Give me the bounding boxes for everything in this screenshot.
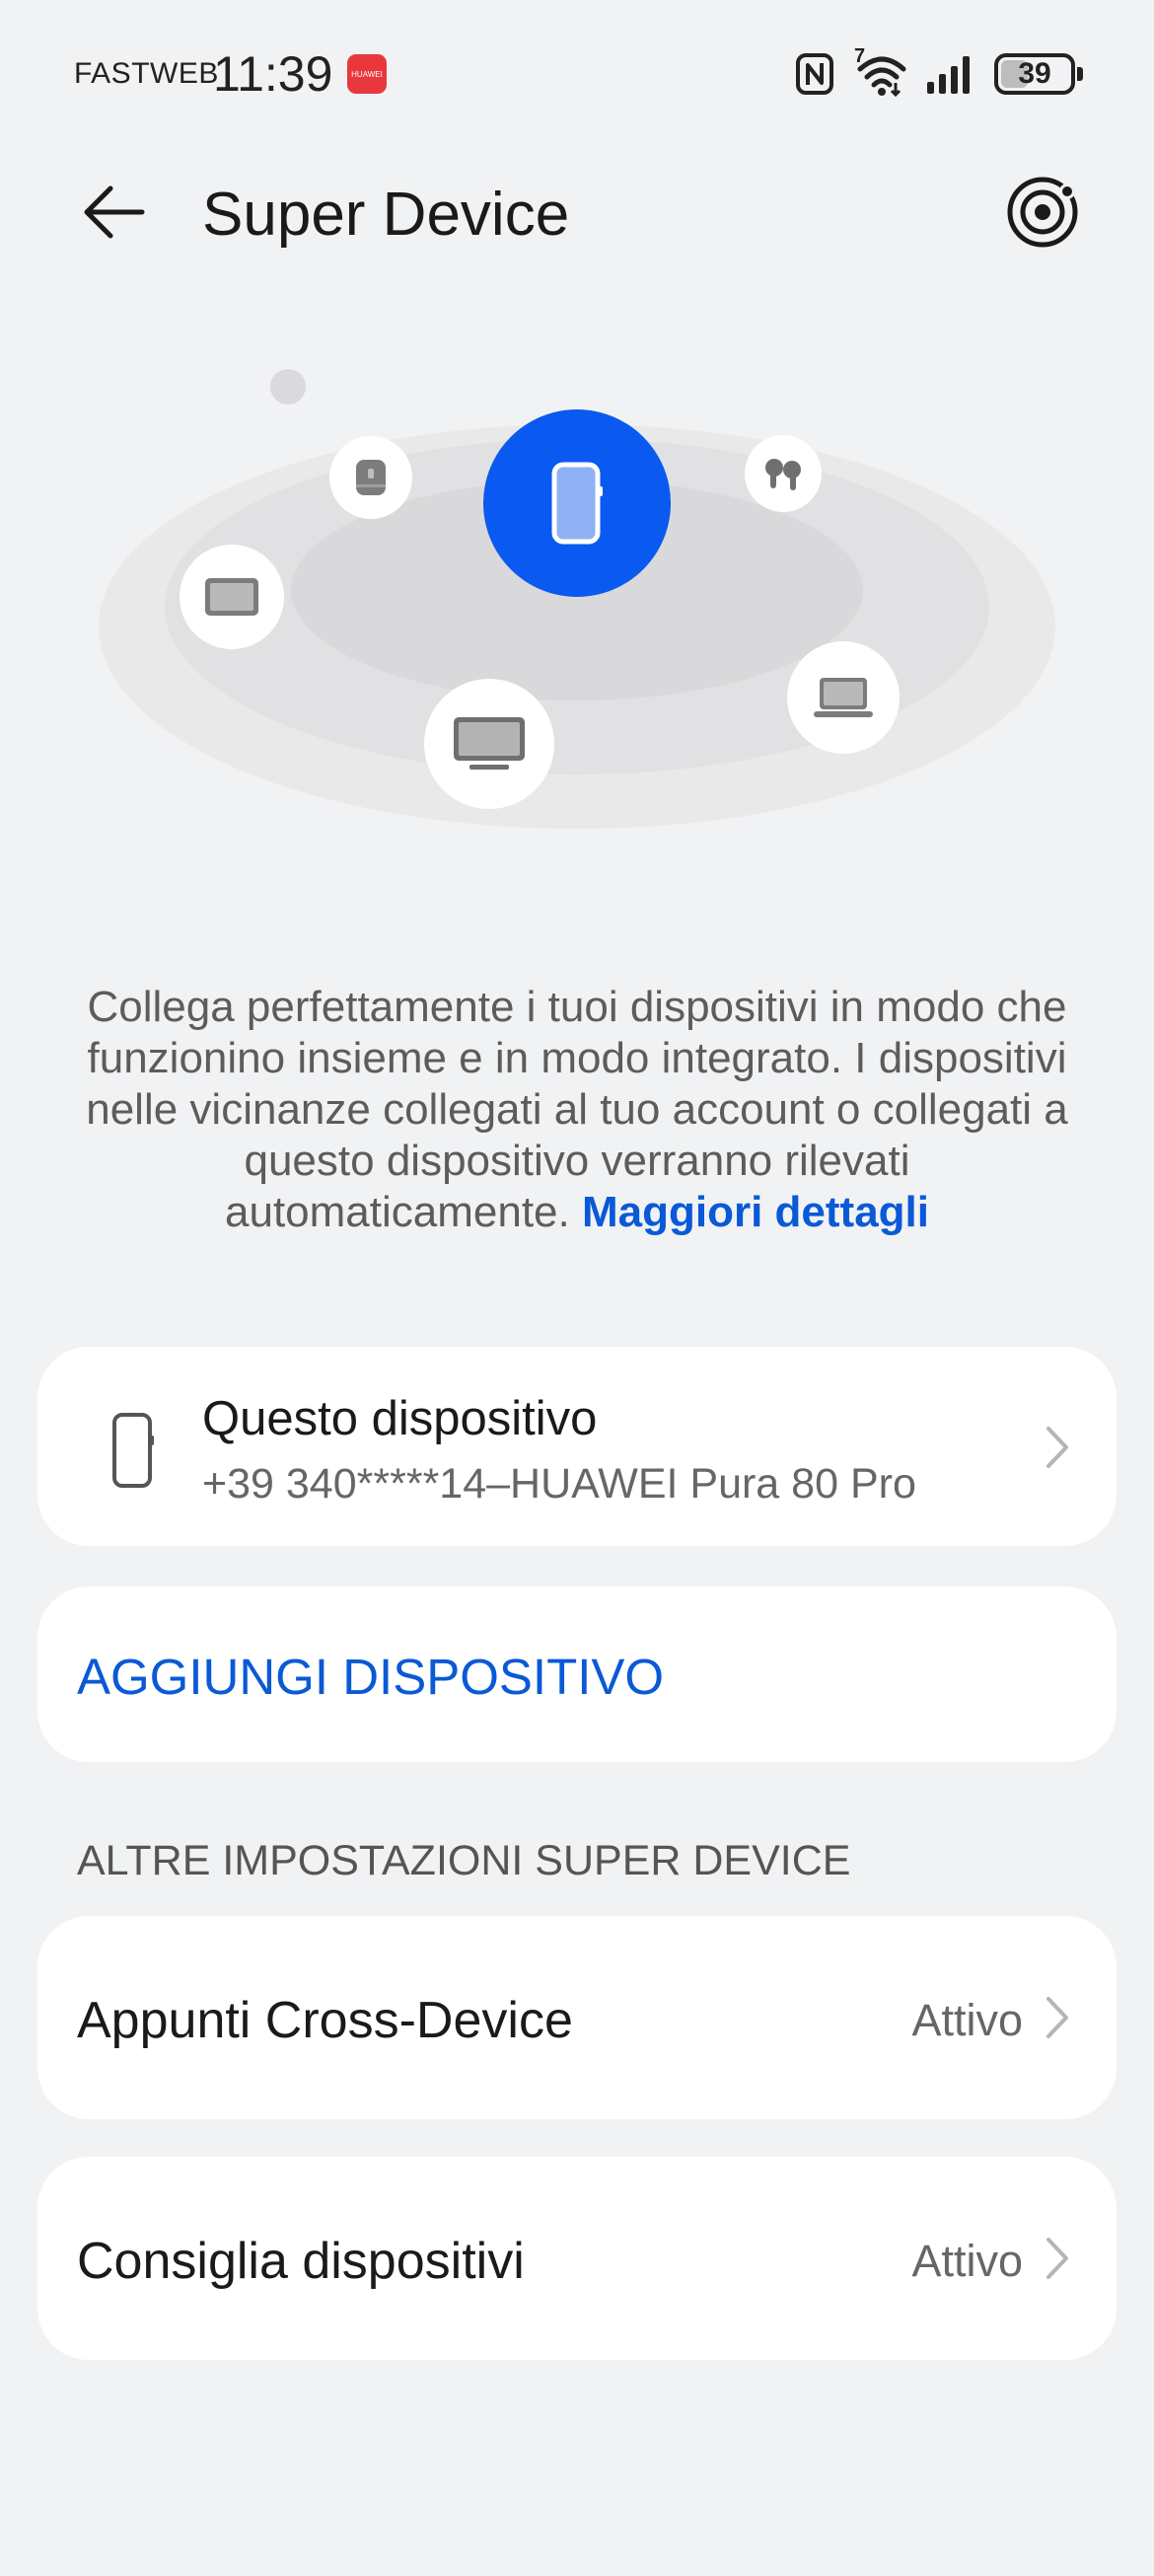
nfc-icon (796, 53, 833, 95)
huawei-app-label: HUAWEI (351, 69, 383, 79)
chevron-right-icon (1038, 1418, 1077, 1477)
wifi-icon: 7 (852, 45, 907, 97)
radar-scan-icon (1007, 177, 1078, 248)
more-details-link[interactable]: Maggiori dettagli (582, 1188, 929, 1236)
earbuds-device-node[interactable] (745, 435, 822, 512)
monitor-icon (454, 717, 525, 770)
add-device-label: AGGIUNGI DISPOSITIVO (77, 1649, 665, 1705)
phone-outline-icon (89, 1406, 178, 1495)
huawei-app-icon: HUAWEI (347, 54, 387, 94)
status-bar: FASTWEB 11:39 HUAWEI 7 39 (0, 0, 1154, 148)
monitor-device-node[interactable] (424, 679, 554, 809)
section-header-other-settings: ALTRE IMPOSTAZIONI SUPER DEVICE (77, 1837, 851, 1884)
speaker-device-node[interactable] (329, 436, 412, 519)
setting-label: Appunti Cross-Device (77, 1992, 573, 2049)
tablet-device-node[interactable] (180, 545, 284, 649)
tablet-icon (205, 578, 258, 616)
current-device-node[interactable] (483, 409, 671, 597)
device-radar (0, 326, 1154, 878)
earbuds-icon (765, 459, 801, 490)
status-icons: 7 39 (795, 45, 1083, 99)
page-title: Super Device (202, 181, 570, 249)
phone-icon (551, 462, 603, 545)
chevron-right-icon (1038, 2229, 1077, 2288)
feature-description: Collega perfettamente i tuoi dispositivi… (69, 982, 1085, 1238)
back-button[interactable] (69, 168, 158, 257)
laptop-device-node[interactable] (787, 641, 900, 754)
battery-icon: 39 (994, 53, 1083, 95)
status-clock: 11:39 (213, 46, 333, 102)
laptop-icon (814, 678, 873, 717)
arrow-left-icon (84, 185, 145, 239)
super-device-page: FASTWEB 11:39 HUAWEI 7 39 Super Device C… (0, 0, 1154, 2576)
setting-status: Attivo (911, 1995, 1023, 2045)
setting-recommend-devices[interactable]: Consiglia dispositivi Attivo (37, 2157, 1117, 2360)
this-device-subtitle: +39 340*****14–HUAWEI Pura 80 Pro (202, 1460, 916, 1508)
radar-rings (99, 369, 1055, 829)
setting-status: Attivo (911, 2236, 1023, 2286)
radar-scan-button[interactable] (1000, 170, 1085, 255)
battery-percentage: 39 (1018, 57, 1051, 90)
carrier-name: FASTWEB (74, 57, 219, 90)
setting-cross-device-clipboard[interactable]: Appunti Cross-Device Attivo (37, 1916, 1117, 2119)
chevron-right-icon (1038, 1988, 1077, 2047)
this-device-title: Questo dispositivo (202, 1392, 598, 1445)
setting-label: Consiglia dispositivi (77, 2233, 525, 2290)
cellular-signal-icon (927, 56, 970, 94)
smart-speaker-icon (356, 460, 386, 495)
add-device-button[interactable]: AGGIUNGI DISPOSITIVO (37, 1586, 1117, 1762)
this-device-card[interactable]: Questo dispositivo +39 340*****14–HUAWEI… (37, 1347, 1117, 1546)
battery-tip (1077, 67, 1083, 81)
